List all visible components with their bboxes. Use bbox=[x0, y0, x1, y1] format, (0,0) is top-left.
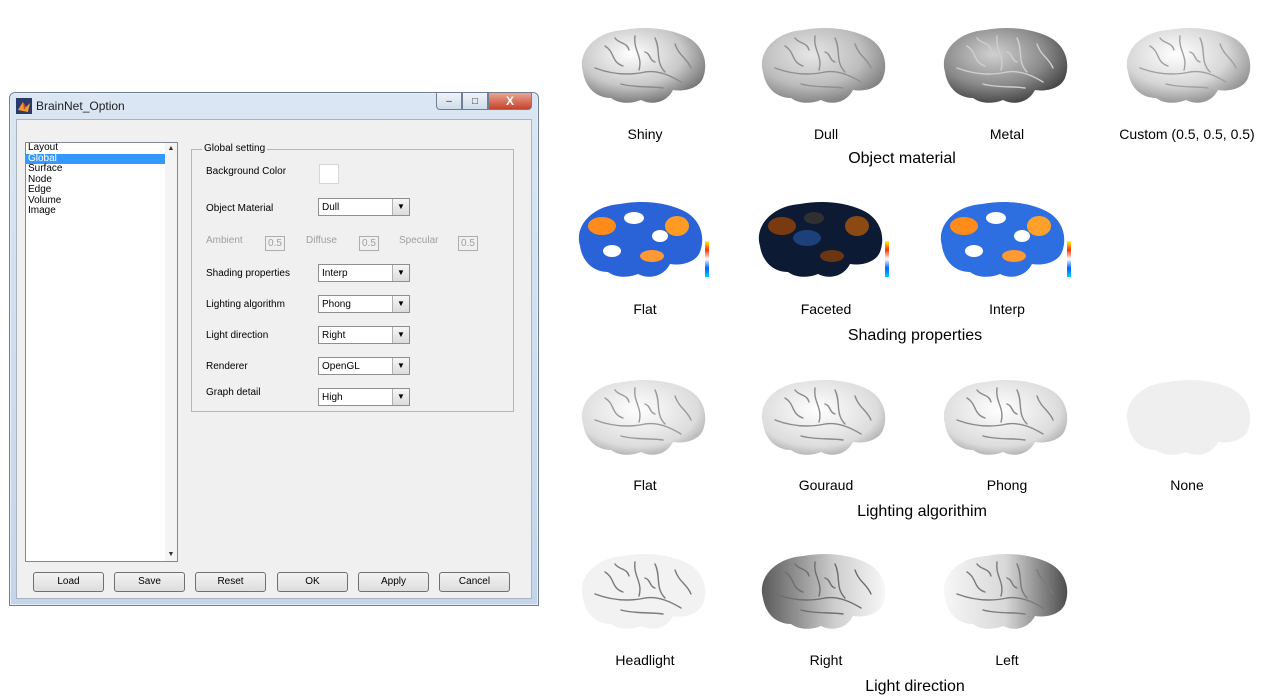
matlab-icon bbox=[16, 98, 32, 114]
save-button[interactable]: Save bbox=[114, 572, 185, 592]
title-bar[interactable]: BrainNet_Option ‒ □ X bbox=[10, 93, 538, 119]
group-title: Global setting bbox=[202, 143, 268, 154]
apply-button[interactable]: Apply bbox=[358, 572, 429, 592]
brain-shiny-image bbox=[581, 28, 706, 103]
renderer-label: Renderer bbox=[206, 361, 248, 372]
shading-value: Interp bbox=[322, 268, 348, 279]
maximize-icon: □ bbox=[471, 95, 479, 107]
minimize-button[interactable]: ‒ bbox=[436, 93, 462, 110]
brain-right-light-image bbox=[761, 554, 886, 629]
brain-lighting-phong-image bbox=[943, 380, 1068, 455]
cancel-button[interactable]: Cancel bbox=[439, 572, 510, 592]
material-caption-shiny: Shiny bbox=[627, 126, 663, 142]
direction-caption-right: Right bbox=[809, 652, 843, 668]
graph-detail-value: High bbox=[322, 392, 343, 403]
chevron-down-icon[interactable]: ▼ bbox=[392, 296, 409, 312]
brain-lighting-gouraud-image bbox=[761, 380, 886, 455]
category-list[interactable]: Layout Global Surface Node Edge Volume I… bbox=[25, 142, 178, 562]
material-caption-dull: Dull bbox=[813, 126, 839, 142]
chevron-down-icon[interactable]: ▼ bbox=[392, 265, 409, 281]
renderer-dropdown[interactable]: OpenGL ▼ bbox=[318, 357, 410, 375]
section-object-material: Object material bbox=[848, 150, 956, 167]
lighting-caption-none: None bbox=[1170, 477, 1204, 493]
chevron-down-icon[interactable]: ▼ bbox=[392, 199, 409, 215]
list-item-image[interactable]: Image bbox=[26, 205, 177, 217]
section-lighting-algorithm: Lighting algorithim bbox=[857, 503, 987, 520]
shading-label: Shading properties bbox=[206, 268, 290, 279]
shading-caption-flat: Flat bbox=[633, 301, 657, 317]
brainnet-option-window: BrainNet_Option ‒ □ X Layout Global Surf… bbox=[9, 92, 539, 606]
minimize-icon: ‒ bbox=[446, 95, 452, 107]
lighting-caption-phong: Phong bbox=[986, 477, 1028, 493]
brain-lighting-none-image bbox=[1126, 380, 1251, 455]
brain-headlight-image bbox=[581, 554, 706, 629]
scroll-up-icon[interactable]: ▲ bbox=[165, 143, 177, 155]
specular-input[interactable]: 0.5 bbox=[458, 236, 478, 251]
close-icon: X bbox=[505, 94, 514, 108]
brain-shading-faceted-image bbox=[758, 202, 889, 277]
object-material-value: Dull bbox=[322, 202, 340, 213]
object-material-label: Object Material bbox=[206, 203, 274, 214]
direction-caption-headlight: Headlight bbox=[615, 652, 675, 668]
brain-left-light-image bbox=[943, 554, 1068, 629]
list-item-surface[interactable]: Surface bbox=[26, 163, 177, 175]
graph-detail-dropdown[interactable]: High ▼ bbox=[318, 388, 410, 406]
chevron-down-icon[interactable]: ▼ bbox=[392, 358, 409, 374]
shading-caption-faceted: Faceted bbox=[800, 301, 852, 317]
light-direction-value: Right bbox=[322, 330, 346, 341]
section-shading-properties: Shading properties bbox=[847, 327, 983, 344]
lighting-dropdown[interactable]: Phong ▼ bbox=[318, 295, 410, 313]
background-color-swatch[interactable] bbox=[319, 164, 339, 184]
material-caption-metal: Metal bbox=[989, 126, 1025, 142]
ok-button[interactable]: OK bbox=[277, 572, 348, 592]
chevron-down-icon[interactable]: ▼ bbox=[392, 327, 409, 343]
graph-detail-label: Graph detail bbox=[206, 387, 261, 398]
ambient-input[interactable]: 0.5 bbox=[265, 236, 285, 251]
background-color-label: Background Color bbox=[206, 166, 287, 177]
brain-custom-image bbox=[1126, 28, 1251, 103]
lighting-caption-gouraud: Gouraud bbox=[798, 477, 854, 493]
shading-caption-interp: Interp bbox=[989, 301, 1025, 317]
list-item-edge[interactable]: Edge bbox=[26, 184, 177, 196]
section-light-direction: Light direction bbox=[865, 678, 965, 695]
object-material-dropdown[interactable]: Dull ▼ bbox=[318, 198, 410, 216]
brain-metal-image bbox=[943, 28, 1068, 103]
diffuse-input[interactable]: 0.5 bbox=[359, 236, 379, 251]
light-direction-label: Light direction bbox=[206, 330, 269, 341]
lighting-caption-flat: Flat bbox=[633, 477, 657, 493]
diffuse-label: Diffuse bbox=[306, 235, 337, 246]
scroll-down-icon[interactable]: ▼ bbox=[165, 549, 177, 561]
reset-button[interactable]: Reset bbox=[195, 572, 266, 592]
load-button[interactable]: Load bbox=[33, 572, 104, 592]
lighting-label: Lighting algorithm bbox=[206, 299, 285, 310]
brain-lighting-flat-image bbox=[581, 380, 706, 455]
lighting-value: Phong bbox=[322, 299, 351, 310]
list-item-layout[interactable]: Layout bbox=[26, 142, 177, 154]
chevron-down-icon[interactable]: ▼ bbox=[392, 389, 409, 405]
window-title: BrainNet_Option bbox=[36, 99, 125, 113]
shading-dropdown[interactable]: Interp ▼ bbox=[318, 264, 410, 282]
brain-dull-image bbox=[761, 28, 886, 103]
global-setting-group: Global setting Background Color Object M… bbox=[191, 143, 514, 412]
renderer-value: OpenGL bbox=[322, 361, 360, 372]
direction-caption-left: Left bbox=[995, 652, 1019, 668]
brain-shading-flat-image bbox=[578, 202, 709, 277]
maximize-button[interactable]: □ bbox=[462, 93, 488, 110]
ambient-label: Ambient bbox=[206, 235, 243, 246]
light-direction-dropdown[interactable]: Right ▼ bbox=[318, 326, 410, 344]
material-caption-custom: Custom (0.5, 0.5, 0.5) bbox=[1119, 126, 1255, 142]
list-scrollbar[interactable]: ▲ ▼ bbox=[165, 143, 177, 561]
specular-label: Specular bbox=[399, 235, 439, 246]
dialog-client-area: Layout Global Surface Node Edge Volume I… bbox=[16, 119, 532, 599]
brain-shading-interp-image bbox=[940, 202, 1071, 277]
close-button[interactable]: X bbox=[488, 93, 532, 110]
